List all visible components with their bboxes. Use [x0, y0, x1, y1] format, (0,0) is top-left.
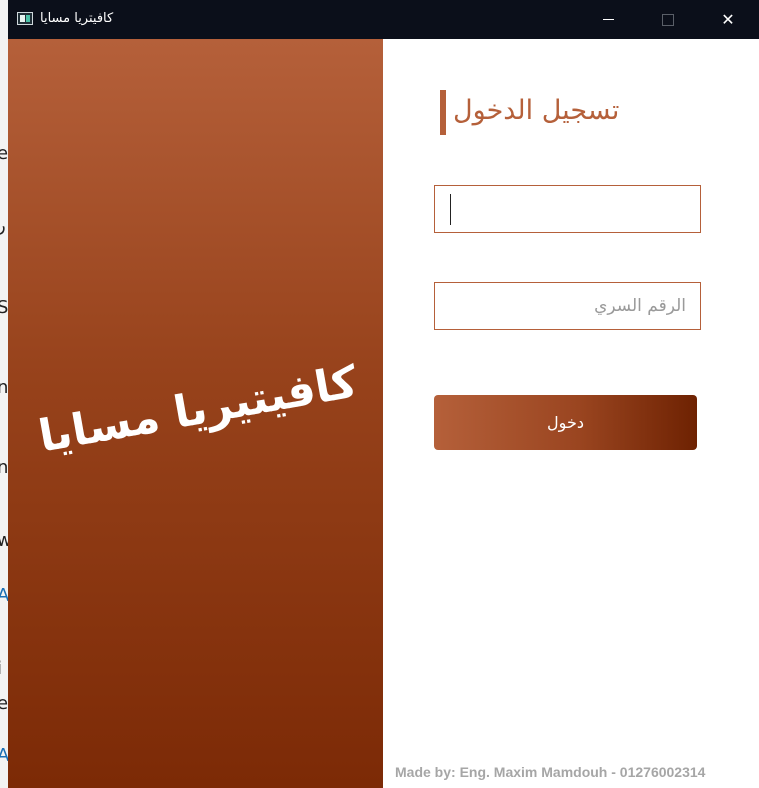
close-icon: ✕: [721, 10, 735, 29]
login-heading: تسجيل الدخول: [453, 95, 620, 126]
background-char: ر: [0, 215, 6, 236]
close-button[interactable]: ✕: [705, 0, 751, 39]
background-char: e: [0, 143, 9, 164]
text-caret: [450, 194, 451, 225]
background-char: i: [0, 658, 2, 679]
heading-accent-bar: [440, 90, 446, 135]
password-input[interactable]: [434, 282, 701, 330]
app-window-icon: [17, 12, 33, 25]
app-window: كافيتريا مسايا ✕ كافيتيريا مسايا تسجيل ا…: [8, 0, 759, 788]
background-char: e: [0, 693, 9, 714]
maximize-button[interactable]: [645, 0, 691, 39]
cafe-name: كافيتيريا مسايا: [34, 356, 362, 463]
window-title: كافيتريا مسايا: [40, 11, 114, 26]
login-panel: تسجيل الدخول دخول Made by: Eng. Maxim Ma…: [383, 39, 759, 788]
maximize-icon: [662, 13, 674, 26]
title-bar[interactable]: كافيتريا مسايا ✕: [8, 0, 759, 39]
login-button[interactable]: دخول: [434, 395, 697, 450]
minimize-icon: [602, 19, 614, 20]
brand-panel: كافيتيريا مسايا: [8, 39, 383, 788]
username-input[interactable]: [434, 185, 701, 233]
minimize-button[interactable]: [585, 0, 631, 39]
footer-credit: Made by: Eng. Maxim Mamdouh - 0127600231…: [395, 764, 706, 780]
